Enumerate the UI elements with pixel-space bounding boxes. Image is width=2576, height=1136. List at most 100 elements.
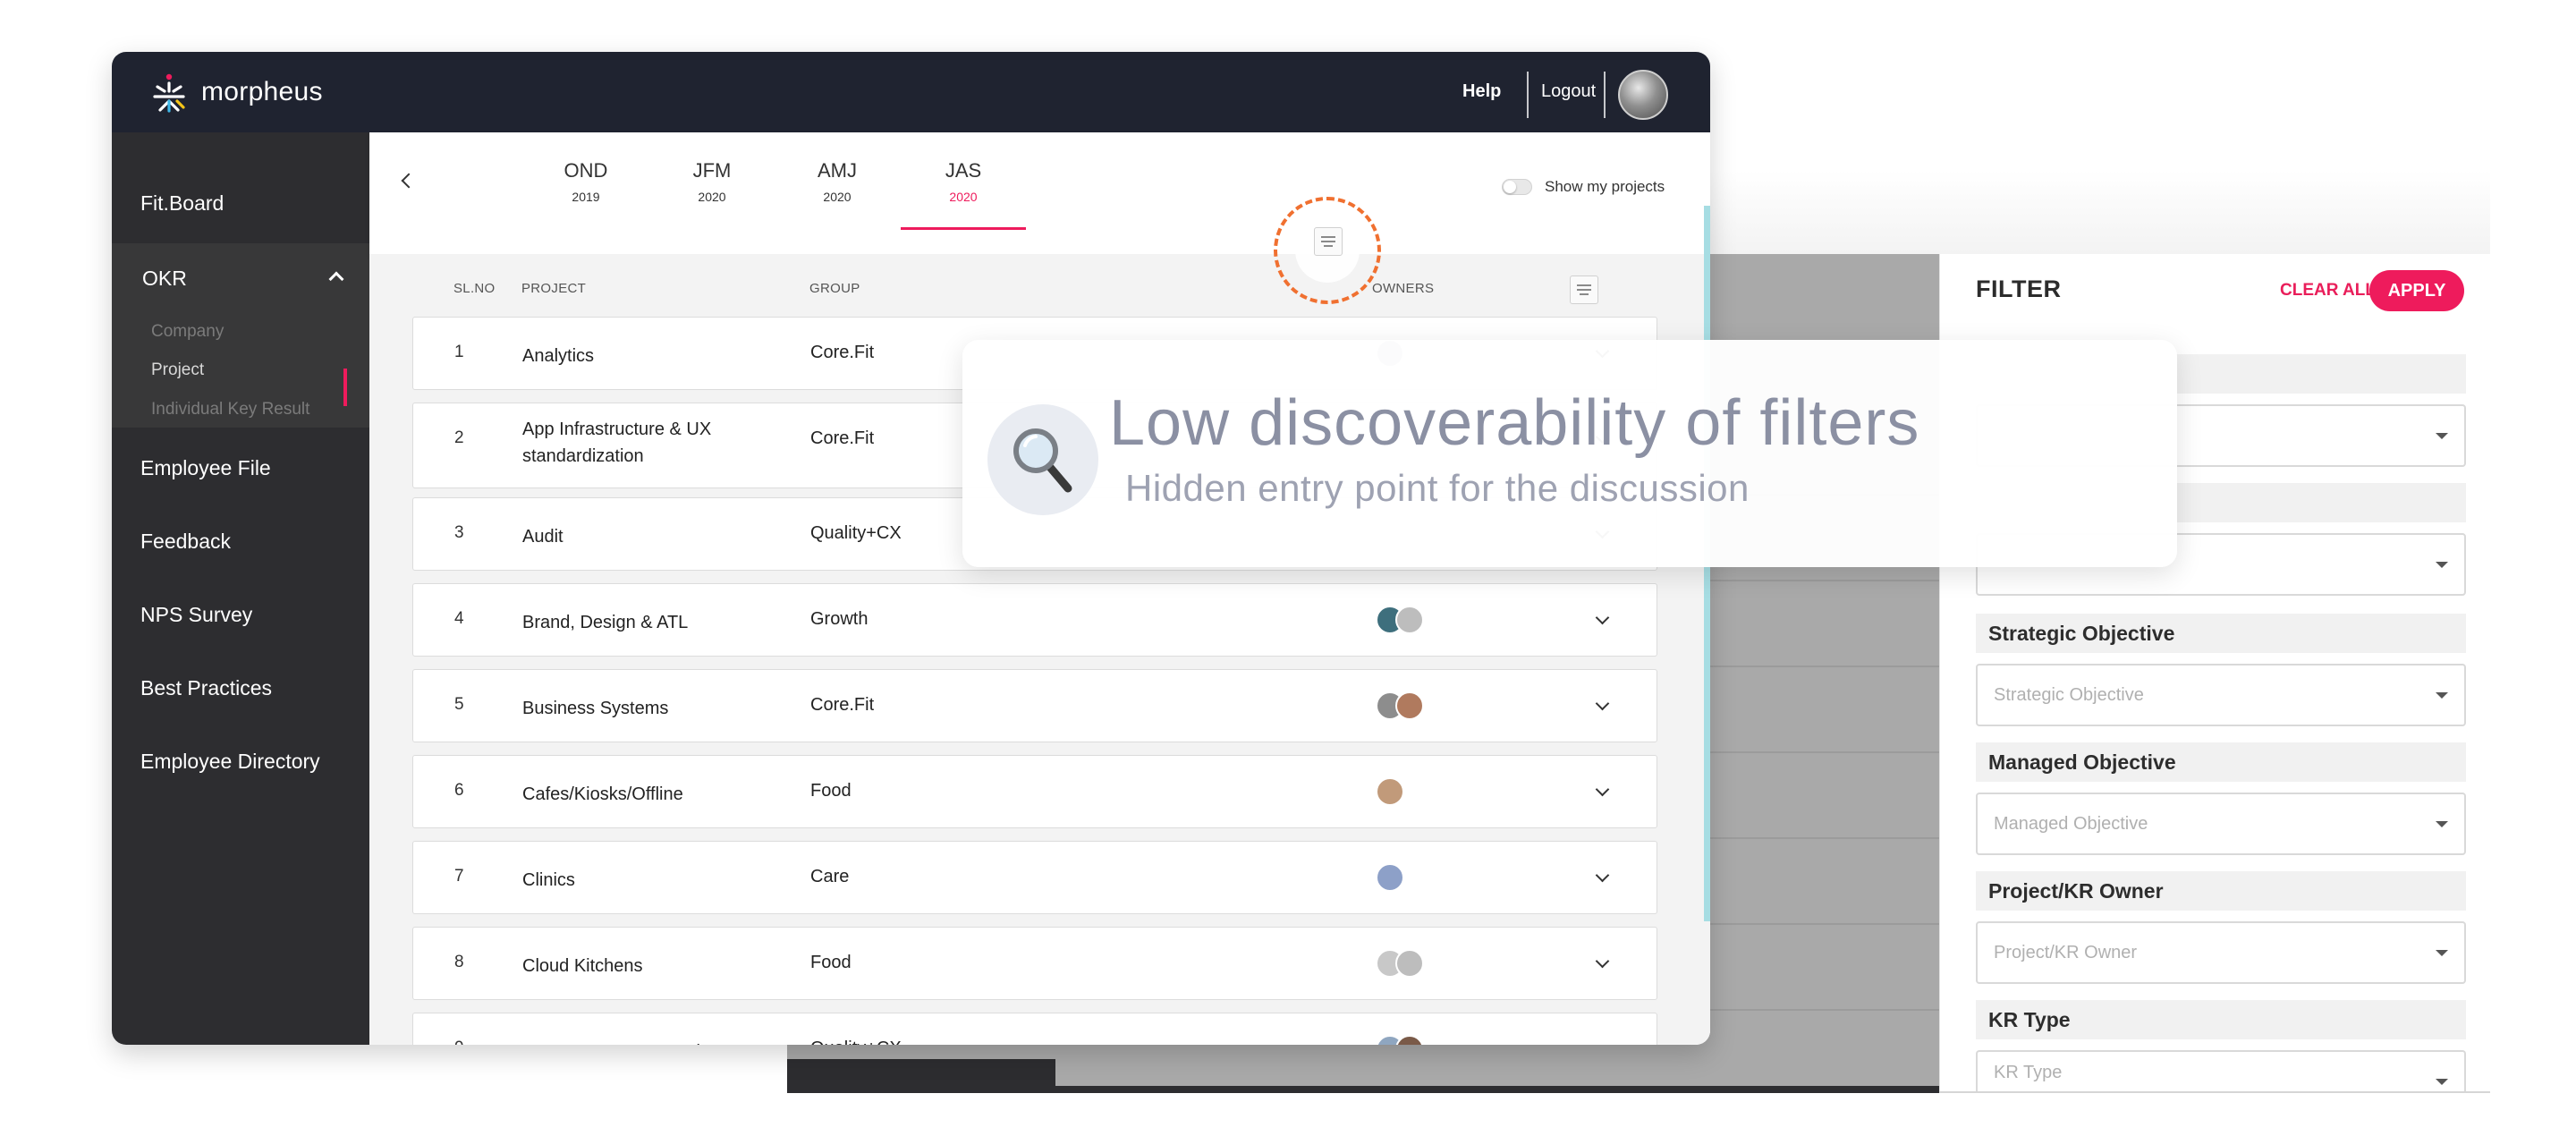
- kr-type-select[interactable]: KR Type: [1976, 1050, 2466, 1093]
- sidebar-item-fitboard[interactable]: Fit.Board: [140, 191, 224, 216]
- column-header-slno: SL.NO: [453, 281, 496, 296]
- sidebar-item-nps-survey[interactable]: NPS Survey: [140, 603, 252, 627]
- avatar[interactable]: [1395, 606, 1424, 634]
- project-name: Business Systems: [522, 699, 669, 718]
- chevron-down-icon[interactable]: [1595, 782, 1610, 797]
- row-number: 9: [454, 1039, 464, 1045]
- caret-down-icon: [2436, 821, 2448, 827]
- project-name: Audit: [522, 527, 564, 547]
- sidebar-item-employee-file[interactable]: Employee File: [140, 456, 271, 480]
- select-placeholder: KR Type: [1994, 1062, 2063, 1082]
- group-name: Care: [810, 867, 850, 886]
- sidebar-item-employee-directory[interactable]: Employee Directory: [140, 750, 320, 774]
- owner-avatars: [1376, 1035, 1424, 1045]
- chevron-down-icon[interactable]: [1595, 954, 1610, 969]
- project-name: Cloud Kitchens: [522, 956, 643, 976]
- filter-icon-line: [1321, 236, 1335, 238]
- managed-objective-select[interactable]: Managed Objective: [1976, 793, 2466, 855]
- chevron-left-icon[interactable]: [401, 173, 417, 189]
- group-name: Core.Fit: [810, 428, 875, 448]
- caret-down-icon: [2436, 950, 2448, 956]
- table-row[interactable]: 9 Consumer Segmentation & NPS Quality+CX: [412, 1013, 1657, 1045]
- filter-icon[interactable]: [1570, 276, 1598, 304]
- filter-label: Managed Objective: [1976, 742, 2466, 782]
- caret-down-icon: [2436, 562, 2448, 568]
- filter-group-managed-objective: Managed Objective Managed Objective: [1976, 742, 2466, 855]
- sidebar-subitem-project[interactable]: Project: [151, 360, 204, 380]
- group-name: Food: [810, 953, 852, 972]
- period-year: 2020: [823, 190, 852, 204]
- owner-avatars: [1376, 949, 1424, 979]
- avatar[interactable]: [1395, 949, 1424, 978]
- group-name: Core.Fit: [810, 695, 875, 715]
- period-year: 2019: [572, 190, 600, 204]
- table-row[interactable]: 7 Clinics Care: [412, 841, 1657, 914]
- show-my-projects-label: Show my projects: [1545, 178, 1665, 195]
- table-row[interactable]: 6 Cafes/Kiosks/Offline Food: [412, 755, 1657, 828]
- filter-icon-line: [1577, 289, 1591, 291]
- filter-icon-line: [1324, 245, 1333, 247]
- table-row[interactable]: 8 Cloud Kitchens Food: [412, 927, 1657, 1000]
- show-my-projects-toggle[interactable]: [1502, 179, 1532, 195]
- morpheus-logo-icon: [153, 73, 185, 113]
- row-number: 8: [454, 953, 464, 971]
- period-quarter: JFM: [692, 159, 732, 182]
- sidebar-subitem-company[interactable]: Company: [151, 322, 224, 342]
- chevron-down-icon[interactable]: [1595, 610, 1610, 625]
- chevron-up-icon[interactable]: [328, 271, 344, 287]
- magnifier-icon: [1013, 428, 1072, 493]
- avatar[interactable]: [1395, 691, 1424, 720]
- avatar[interactable]: [1376, 777, 1404, 806]
- period-tab-active[interactable]: JAS 2020: [901, 159, 1026, 230]
- filter-label: KR Type: [1976, 1000, 2466, 1039]
- period-tab[interactable]: JFM 2020: [649, 159, 775, 204]
- table-row[interactable]: 4 Brand, Design & ATL Growth: [412, 583, 1657, 657]
- annotation-callout: Low discoverability of filters Hidden en…: [962, 340, 2177, 567]
- sidebar-subitem-individual-key-result[interactable]: Individual Key Result: [151, 400, 309, 420]
- row-number: 1: [454, 343, 464, 361]
- owner-select[interactable]: Project/KR Owner: [1976, 921, 2466, 984]
- panel-bottom-border: [1939, 1091, 2490, 1093]
- owner-avatars: [1376, 777, 1404, 808]
- strategic-objective-select[interactable]: Strategic Objective: [1976, 664, 2466, 726]
- user-avatar[interactable]: [1618, 70, 1668, 120]
- divider: [1527, 72, 1529, 118]
- help-link[interactable]: Help: [1462, 81, 1501, 102]
- project-name: Analytics: [522, 346, 595, 366]
- chevron-down-icon[interactable]: [1595, 696, 1610, 711]
- divider: [1604, 72, 1606, 118]
- sidebar-item-best-practices[interactable]: Best Practices: [140, 676, 272, 700]
- period-tab[interactable]: OND 2019: [523, 159, 648, 204]
- project-name: Brand, Design & ATL: [522, 613, 689, 632]
- apply-button[interactable]: APPLY: [2369, 270, 2464, 311]
- sidebar-footer: [787, 1059, 1055, 1093]
- active-indicator: [343, 369, 347, 406]
- group-name: Core.Fit: [810, 343, 875, 362]
- callout-subtitle: Hidden entry point for the discussion: [1125, 467, 1750, 509]
- callout-title: Low discoverability of filters: [1109, 387, 1920, 459]
- period-tab[interactable]: AMJ 2020: [775, 159, 900, 204]
- avatar[interactable]: [1395, 1035, 1424, 1045]
- logout-link[interactable]: Logout: [1541, 81, 1596, 102]
- group-name: Growth: [810, 609, 869, 629]
- main-content: OND 2019 JFM 2020 AMJ 2020 JAS 2020 Show…: [369, 132, 1710, 1045]
- clear-all-button[interactable]: CLEAR ALL: [2280, 281, 2376, 301]
- sidebar-item-okr[interactable]: OKR: [142, 267, 187, 291]
- sidebar-item-feedback[interactable]: Feedback: [140, 530, 231, 554]
- select-placeholder: Strategic Objective: [1994, 684, 2144, 705]
- owner-avatars: [1376, 863, 1404, 894]
- top-navigation-bar: morpheus Help Logout: [112, 52, 1710, 132]
- table-row[interactable]: 5 Business Systems Core.Fit: [412, 669, 1657, 742]
- chevron-down-icon[interactable]: [1595, 1039, 1610, 1045]
- select-placeholder: Project/KR Owner: [1994, 942, 2138, 962]
- filter-group-strategic-objective: Strategic Objective Strategic Objective: [1976, 614, 2466, 726]
- filter-icon[interactable]: [1314, 227, 1343, 256]
- filter-title: FILTER: [1976, 276, 2062, 302]
- period-year: 2020: [949, 190, 978, 204]
- project-name: App Infrastructure & UX standardization: [522, 420, 712, 466]
- avatar[interactable]: [1376, 863, 1404, 892]
- filter-group-kr-type: KR Type KR Type: [1976, 1000, 2466, 1093]
- group-name: Quality+CX: [810, 1039, 902, 1045]
- project-name: Clinics: [522, 870, 575, 890]
- chevron-down-icon[interactable]: [1595, 868, 1610, 883]
